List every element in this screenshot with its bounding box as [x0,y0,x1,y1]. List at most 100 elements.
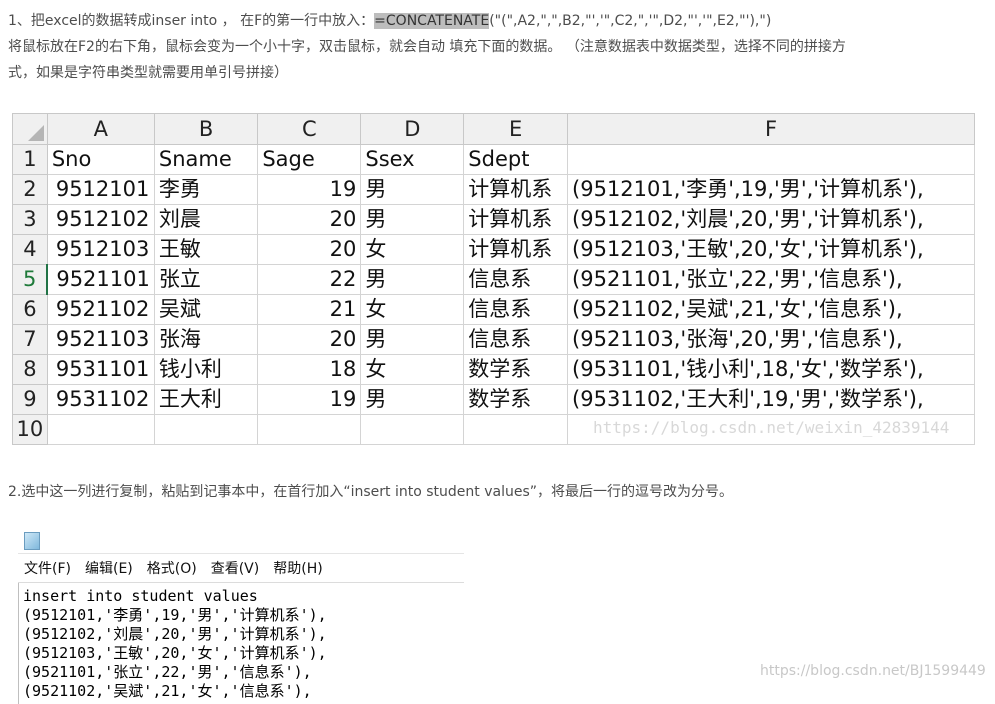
cell-sage[interactable]: 21 [257,294,362,325]
cell-sdept[interactable]: 信息系 [463,324,569,355]
cell-concat[interactable]: (9521103,'张海',20,'男','信息系'), [567,324,975,355]
col-header-e[interactable]: E [463,113,569,145]
cell-concat[interactable]: (9512101,'李勇',19,'男','计算机系'), [567,174,975,205]
cell[interactable] [257,414,362,445]
cell-sname[interactable]: 张立 [153,264,259,295]
menu-view[interactable]: 查看(V) [211,558,260,578]
row-header[interactable]: 1 [12,144,48,175]
row-header[interactable]: 2 [12,174,48,205]
notepad-line: (9512103,'王敏',20,'女','计算机系'), [23,644,327,662]
notepad-menubar: 文件(F) 编辑(E) 格式(O) 查看(V) 帮助(H) [18,554,464,583]
col-header-f[interactable]: F [567,113,975,145]
cell-ssex[interactable]: 男 [360,204,465,235]
cell-sname[interactable]: 刘晨 [153,204,259,235]
col-header-d[interactable]: D [360,113,465,145]
cell[interactable]: Ssex [360,144,465,175]
cell[interactable]: Sage [257,144,362,175]
row-header[interactable]: 9 [12,384,48,415]
cell[interactable] [46,414,155,445]
cell-concat[interactable]: (9521102,'吴斌',21,'女','信息系'), [567,294,975,325]
notepad-line: (9521102,'吴斌',21,'女','信息系'), [23,682,312,700]
cell-sno[interactable]: 9531102 [46,384,155,415]
notepad-text-area[interactable]: insert into student values (9512101,'李勇',… [18,583,464,704]
cell-sname[interactable]: 王敏 [153,234,259,265]
cell-sdept[interactable]: 计算机系 [463,174,569,205]
col-header-c[interactable]: C [257,113,362,145]
cell-concat[interactable]: (9531101,'钱小利',18,'女','数学系'), [567,354,975,385]
sheet-row: 2 9512101 李勇 19 男计算机系 (9512101,'李勇',19,'男','计… [12,174,975,205]
cell-concat[interactable]: (9521101,'张立',22,'男','信息系'), [567,264,975,295]
cell-sage[interactable]: 19 [257,174,362,205]
menu-file[interactable]: 文件(F) [24,558,71,578]
step2-text: 2.选中这一列进行复制，粘贴到记事本中，在首行加入“insert into st… [8,484,733,500]
cell-sdept[interactable]: 计算机系 [463,234,569,265]
cell-sdept[interactable]: 计算机系 [463,204,569,235]
row-header[interactable]: 6 [12,294,48,325]
cell-sage[interactable]: 19 [257,384,362,415]
watermark: https://blog.csdn.net/weixin_42839144 [593,418,950,437]
row-header[interactable]: 8 [12,354,48,385]
cell-concat[interactable]: (9531102,'王大利',19,'男','数学系'), [567,384,975,415]
sheet-row: 3 9512102 刘晨 20 男计算机系 (9512102,'刘晨',20,'男','计… [12,204,975,235]
cell-sname[interactable]: 李勇 [153,174,259,205]
select-all-corner[interactable] [12,113,48,145]
cell[interactable] [360,414,465,445]
cell-sage[interactable]: 20 [257,204,362,235]
cell-ssex[interactable]: 男 [360,174,465,205]
row-header[interactable]: 5 [12,264,49,295]
cell-sname[interactable]: 张海 [153,324,259,355]
col-header-b[interactable]: B [153,113,259,145]
cell-concat[interactable]: (9512102,'刘晨',20,'男','计算机系'), [567,204,975,235]
menu-format[interactable]: 格式(O) [147,558,197,578]
sheet-row: 1 Sno Sname Sage Ssex Sdept [12,144,975,175]
notepad-line: (9512101,'李勇',19,'男','计算机系'), [23,606,327,624]
cell-sno[interactable]: 9521102 [46,294,155,325]
cell-sdept[interactable]: 信息系 [463,264,569,295]
row-header[interactable]: 3 [12,204,48,235]
cell[interactable]: Sno [46,144,155,175]
cell-ssex[interactable]: 女 [360,234,465,265]
cell-sdept[interactable]: 数学系 [463,384,569,415]
menu-help[interactable]: 帮助(H) [273,558,322,578]
cell[interactable] [153,414,259,445]
step1-line2: 将鼠标放在F2的右下角，鼠标会变为一个小十字，双击鼠标，就会自动 填充下面的数据… [8,39,846,55]
cell-sno[interactable]: 9531101 [46,354,155,385]
cell-ssex[interactable]: 男 [360,324,465,355]
cell-sno[interactable]: 9521101 [46,264,155,295]
cell-sage[interactable]: 22 [257,264,362,295]
cell-ssex[interactable]: 女 [360,354,465,385]
excel-sheet: A B C D E F 1 Sno Sname Sage Ssex Sdept … [12,113,975,445]
cell-sno[interactable]: 9512101 [46,174,155,205]
cell[interactable] [567,144,975,175]
cell-sage[interactable]: 20 [257,234,362,265]
menu-edit[interactable]: 编辑(E) [85,558,133,578]
notepad-window: 文件(F) 编辑(E) 格式(O) 查看(V) 帮助(H) insert int… [18,528,464,704]
watermark-2: https://blog.csdn.net/BJ1599449 [760,663,986,679]
cell-sdept[interactable]: 数学系 [463,354,569,385]
row-header[interactable]: 7 [12,324,48,355]
cell[interactable] [463,414,569,445]
cell-sname[interactable]: 吴斌 [153,294,259,325]
cell-sname[interactable]: 王大利 [153,384,259,415]
row-header[interactable]: 4 [12,234,48,265]
cell-ssex[interactable]: 女 [360,294,465,325]
cell-ssex[interactable]: 男 [360,384,465,415]
cell-concat[interactable]: (9512103,'王敏',20,'女','计算机系'), [567,234,975,265]
cell-sname[interactable]: 钱小利 [153,354,259,385]
cell-sage[interactable]: 20 [257,324,362,355]
cell-sdept[interactable]: 信息系 [463,294,569,325]
cell-sage[interactable]: 18 [257,354,362,385]
formula-highlight: =CONCATENATE [374,13,490,29]
cell[interactable]: Sname [153,144,259,175]
row-header[interactable]: 10 [12,414,48,445]
cell-sno[interactable]: 9512103 [46,234,155,265]
formula-rest: ("(",A2,",",B2,"','",C2,",'",D2,"','",E2… [489,13,772,29]
cell-ssex[interactable]: 男 [360,264,465,295]
sheet-row: 5 9521101 张立 22 男信息系 (9521101,'张立',22,'男','信息… [12,264,975,295]
cell-sno[interactable]: 9512102 [46,204,155,235]
cell[interactable]: Sdept [463,144,569,175]
cell-sno[interactable]: 9521103 [46,324,155,355]
column-header-row: A B C D E F [12,113,975,145]
step1-line3: 式，如果是字符串类型就需要用单引号拼接） [8,65,288,81]
col-header-a[interactable]: A [46,113,155,145]
